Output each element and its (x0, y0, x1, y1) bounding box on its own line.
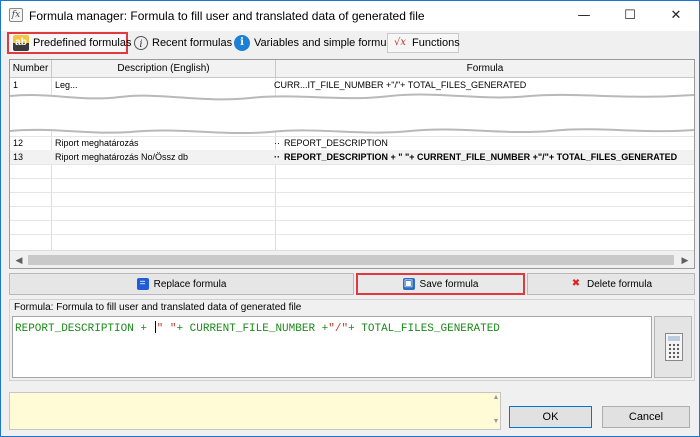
row-divider (10, 234, 694, 235)
ok-button[interactable]: OK (509, 406, 592, 428)
tab-predefined-formulas[interactable]: ab Predefined formulas (7, 32, 132, 54)
row-divider (10, 178, 694, 179)
cell-description: Riport meghatározás No/Össz db (55, 152, 189, 162)
row-divider (10, 220, 694, 221)
message-scrollbar[interactable]: ▲ ▼ (492, 394, 500, 428)
formula-editor-label: Formula: Formula to fill user and transl… (14, 302, 302, 313)
column-header-formula[interactable]: Formula (276, 60, 694, 78)
formula-string-token: "/" (328, 323, 349, 335)
tab-label: Recent formulas (152, 37, 233, 49)
button-label: Replace formula (153, 278, 227, 290)
save-formula-button[interactable]: ▣ Save formula (356, 273, 525, 295)
formula-text: REPORT_DESCRIPTION (284, 138, 388, 148)
table-header: Number Description (English) Formula (10, 60, 694, 78)
tab-recent-formulas[interactable]: i Recent formulas (130, 33, 233, 53)
calculator-icon: ab (13, 35, 29, 51)
formula-table: Number Description (English) Formula 1 L… (9, 59, 695, 269)
formula-token: REPORT_DESCRIPTION + (15, 323, 154, 335)
message-area[interactable]: ▲ ▼ (9, 392, 501, 430)
tab-label: Predefined formulas (33, 37, 132, 49)
table-row-selected[interactable]: 13 Riport meghatározás No/Össz db ·· REPO… (10, 150, 694, 164)
formula-text: REPORT_DESCRIPTION + " "+ CURRENT_FILE_N… (284, 152, 678, 162)
text-caret (154, 321, 156, 333)
row-divider (10, 192, 694, 193)
button-label: Delete formula (586, 278, 653, 290)
cell-formula: ·· REPORT_DESCRIPTION + " "+ CURRENT_FILE… (274, 152, 678, 162)
formula-editor-group: Formula: Formula to fill user and transl… (9, 299, 695, 381)
scrollbar-thumb[interactable] (28, 255, 674, 265)
replace-icon: = (136, 278, 149, 290)
button-label: Save formula (419, 278, 479, 290)
save-icon: ▣ (402, 278, 415, 290)
row-divider (10, 164, 694, 165)
tab-label: Functions (412, 37, 460, 49)
formula-string-token: " " (156, 323, 177, 335)
tab-functions[interactable]: √x Functions (387, 33, 460, 53)
calculator-icon (665, 333, 683, 361)
horizontal-scrollbar[interactable]: ◀ ▶ (10, 250, 694, 268)
cell-formula: ·· REPORT_DESCRIPTION (274, 138, 388, 148)
tab-variables[interactable]: i Variables and simple formulas (230, 33, 401, 53)
scroll-up-arrow-icon[interactable]: ▲ (492, 394, 500, 401)
formula-app-icon: fx (9, 8, 23, 22)
title-bar: fx Formula manager: Formula to fill user… (1, 1, 699, 31)
formula-token: + CURRENT_FILE_NUMBER + (176, 323, 329, 335)
torn-edge-effect (10, 93, 694, 135)
scroll-down-arrow-icon[interactable]: ▼ (492, 418, 500, 425)
minimize-button[interactable]: — (561, 1, 607, 31)
tab-label: Variables and simple formulas (254, 37, 401, 49)
table-row[interactable]: 12 Riport meghatározás ·· REPORT_DESCRIPT… (10, 136, 694, 150)
delete-formula-button[interactable]: ✖ Delete formula (527, 273, 695, 295)
function-icon: √x (393, 37, 406, 48)
formula-manager-window: fx Formula manager: Formula to fill user… (0, 0, 700, 437)
cell-number: 12 (13, 138, 24, 148)
row-divider (10, 206, 694, 207)
formula-editor-input[interactable]: REPORT_DESCRIPTION + " "+ CURRENT_FILE_N… (12, 316, 652, 378)
scroll-left-arrow-icon[interactable]: ◀ (12, 253, 26, 267)
cancel-button[interactable]: Cancel (602, 406, 690, 428)
cell-description: Riport meghatározás (55, 138, 139, 148)
scroll-right-arrow-icon[interactable]: ▶ (678, 253, 692, 267)
close-button[interactable]: ✕ (653, 1, 699, 31)
formula-tabs: ab Predefined formulas i Recent formulas… (3, 32, 697, 54)
maximize-button[interactable]: ☐ (607, 1, 653, 31)
info-icon: i (234, 35, 250, 51)
window-title: Formula manager: Formula to fill user an… (29, 9, 425, 23)
delete-icon: ✖ (571, 278, 581, 289)
cell-number: 13 (13, 152, 24, 162)
replace-formula-button[interactable]: = Replace formula (9, 273, 354, 295)
calculator-button[interactable] (654, 316, 692, 378)
column-header-description[interactable]: Description (English) (52, 60, 276, 78)
column-header-number[interactable]: Number (10, 60, 52, 78)
formula-token: + TOTAL_FILES_GENERATED (348, 323, 500, 335)
clock-icon: i (134, 36, 148, 50)
